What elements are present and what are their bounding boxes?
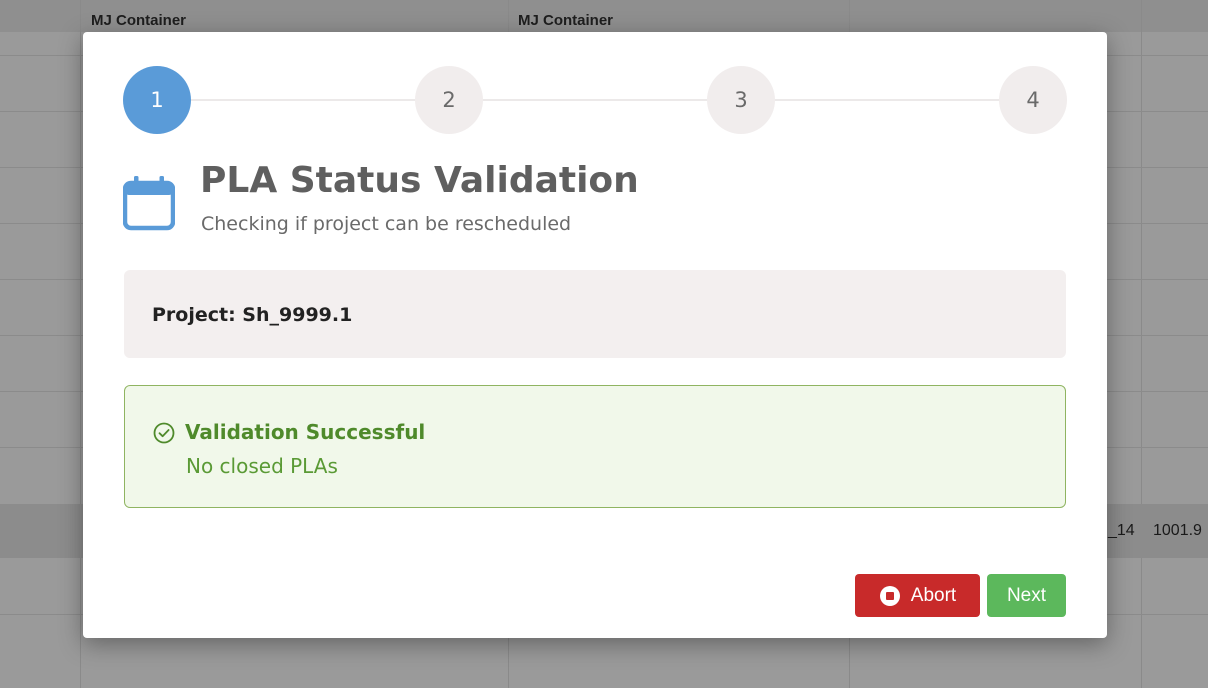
validation-message: No closed PLAs xyxy=(186,454,338,478)
column-divider xyxy=(1141,0,1142,688)
next-button[interactable]: Next xyxy=(987,574,1066,617)
step-4: 4 xyxy=(999,66,1067,134)
validation-alert: Validation Successful No closed PLAs xyxy=(124,385,1066,508)
table-cell: 1001.9 xyxy=(1153,522,1202,539)
column-divider xyxy=(80,0,81,688)
abort-button-label: Abort xyxy=(910,584,957,606)
check-circle-icon xyxy=(153,422,175,444)
wizard-dialog: 1 2 3 4 PLA Status Validation Checking i… xyxy=(83,32,1107,638)
step-connector xyxy=(775,99,999,101)
next-button-label: Next xyxy=(1006,584,1047,606)
step-connector xyxy=(483,99,707,101)
abort-button[interactable]: Abort xyxy=(855,574,980,617)
column-header-mj-container: MJ Container xyxy=(518,12,614,29)
page-subtitle: Checking if project can be rescheduled xyxy=(201,213,572,235)
step-3: 3 xyxy=(707,66,775,134)
step-2: 2 xyxy=(415,66,483,134)
calendar-icon xyxy=(123,176,175,231)
step-1: 1 xyxy=(123,66,191,134)
stop-circle-icon xyxy=(879,585,900,606)
table-cell: _14 xyxy=(1108,522,1135,539)
wizard-stepper: 1 2 3 4 xyxy=(123,66,1067,134)
project-label: Project: Sh_9999.1 xyxy=(152,304,353,326)
validation-title: Validation Successful xyxy=(185,420,426,444)
page-title: PLA Status Validation xyxy=(200,160,639,201)
project-panel: Project: Sh_9999.1 xyxy=(124,270,1066,358)
column-header-mj-container: MJ Container xyxy=(91,12,187,29)
step-connector xyxy=(191,99,415,101)
